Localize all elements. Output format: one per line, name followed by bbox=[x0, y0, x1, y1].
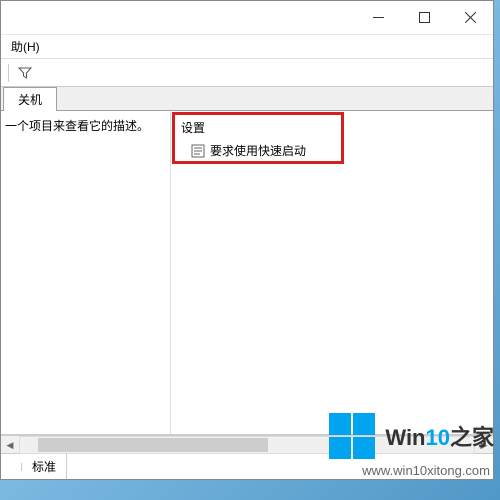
scroll-left-button[interactable]: ◀ bbox=[1, 436, 19, 454]
filter-icon bbox=[18, 66, 32, 80]
scrollbar-thumb[interactable] bbox=[38, 438, 268, 452]
minimize-button[interactable] bbox=[355, 1, 401, 35]
description-hint: 一个项目来查看它的描述。 bbox=[5, 117, 166, 134]
settings-pane: 设置 要求使用快速启动 bbox=[171, 111, 493, 434]
titlebar bbox=[1, 1, 493, 35]
minimize-icon bbox=[373, 12, 384, 23]
policy-icon bbox=[191, 144, 205, 158]
category-tabs: 关机 bbox=[1, 87, 493, 111]
description-pane: 一个项目来查看它的描述。 bbox=[1, 111, 171, 434]
menu-help[interactable]: 助(H) bbox=[5, 36, 46, 57]
app-window: 助(H) 关机 一个项目来查看它的描述。 设置 bbox=[0, 0, 494, 480]
tab-shutdown[interactable]: 关机 bbox=[3, 87, 57, 111]
maximize-icon bbox=[419, 12, 430, 23]
content-area: 关机 一个项目来查看它的描述。 设置 要求使用快速启动 bbox=[1, 87, 493, 435]
close-button[interactable] bbox=[447, 1, 493, 35]
filter-button[interactable] bbox=[14, 62, 36, 84]
section-label: 设置 bbox=[181, 119, 483, 136]
toolbar-separator bbox=[8, 64, 9, 82]
scroll-right-button[interactable]: ▶ bbox=[475, 436, 493, 454]
main-area: 一个项目来查看它的描述。 设置 要求使用快速启动 bbox=[1, 111, 493, 434]
bottom-tabs: 标准 bbox=[1, 453, 493, 479]
horizontal-scrollbar[interactable] bbox=[19, 436, 475, 454]
bottom-tab-1[interactable] bbox=[1, 463, 22, 471]
bottom-tab-2[interactable]: 标准 bbox=[22, 454, 67, 479]
maximize-button[interactable] bbox=[401, 1, 447, 35]
close-icon bbox=[465, 12, 476, 23]
toolbar bbox=[1, 59, 493, 87]
menubar: 助(H) bbox=[1, 35, 493, 59]
scroll-zone: ◀ ▶ bbox=[1, 435, 493, 453]
setting-item-fast-startup[interactable]: 要求使用快速启动 bbox=[189, 140, 483, 161]
setting-item-label: 要求使用快速启动 bbox=[210, 142, 306, 159]
